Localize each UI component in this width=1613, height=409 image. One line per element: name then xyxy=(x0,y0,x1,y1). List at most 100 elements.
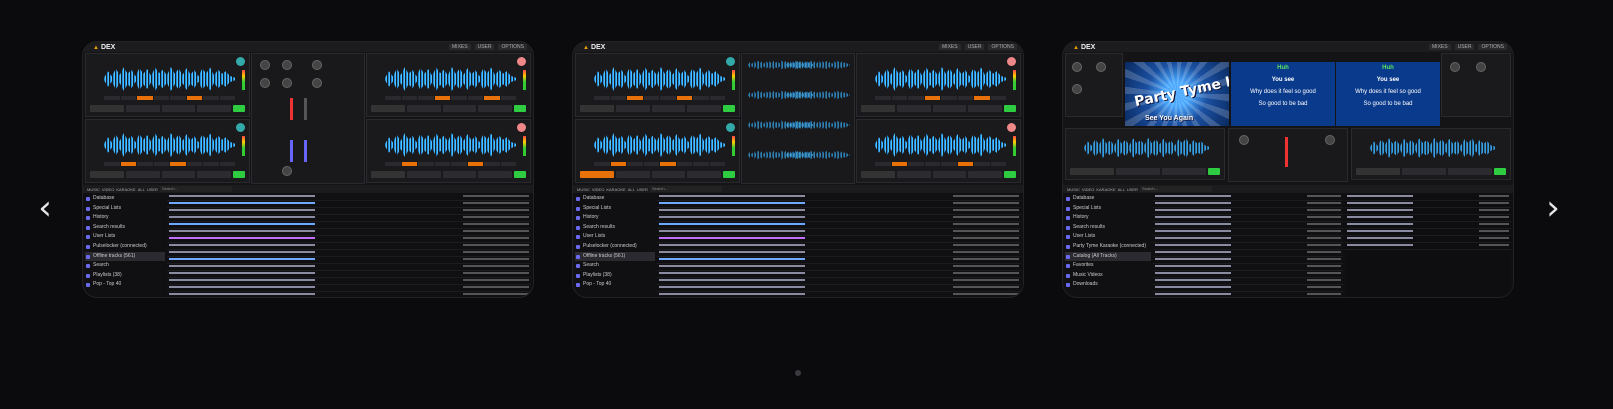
sampler-waveform[interactable] xyxy=(786,120,850,130)
transport-controls[interactable] xyxy=(1356,167,1506,175)
tree-item[interactable]: Catalog (All Tracks) xyxy=(1065,251,1151,262)
tree-item[interactable]: Database xyxy=(1065,194,1151,204)
tree-item[interactable]: User Lists xyxy=(575,232,655,242)
tree-item[interactable]: Special Lists xyxy=(575,204,655,214)
pitch-knob[interactable] xyxy=(1072,84,1082,94)
eq-knob[interactable] xyxy=(312,78,322,88)
deck-1[interactable] xyxy=(1065,128,1225,180)
tree-item[interactable]: Database xyxy=(575,194,655,204)
mixer-panel[interactable] xyxy=(1228,128,1348,182)
table-row[interactable] xyxy=(657,278,1021,285)
tree-item[interactable]: User Lists xyxy=(1065,232,1151,242)
table-row[interactable] xyxy=(1153,194,1343,201)
jog-icon[interactable] xyxy=(1007,57,1016,66)
gain-knob[interactable] xyxy=(312,60,322,70)
table-row[interactable] xyxy=(167,215,531,222)
play-button[interactable] xyxy=(514,104,526,112)
table-row[interactable] xyxy=(657,264,1021,271)
channel-fader[interactable] xyxy=(290,98,293,120)
tree-item[interactable]: Party Tyme Karaoke (connected) xyxy=(1065,242,1151,252)
eq-knob[interactable] xyxy=(1325,135,1335,145)
table-row[interactable] xyxy=(657,208,1021,215)
channel-fader[interactable] xyxy=(304,98,307,120)
filter-user[interactable]: USER xyxy=(147,187,158,192)
deck-2[interactable] xyxy=(366,53,531,117)
hotcue-bar[interactable] xyxy=(875,96,1006,100)
user-menu[interactable]: USER xyxy=(964,44,985,50)
screenshot-slide-3[interactable]: DEX MIXES USER OPTIONS Party Tyme Karaok… xyxy=(1063,42,1513,297)
mixer-panel[interactable] xyxy=(251,53,365,184)
list-item[interactable] xyxy=(1345,208,1511,215)
list-item[interactable] xyxy=(1345,201,1511,208)
table-row[interactable] xyxy=(1153,215,1343,222)
table-row[interactable] xyxy=(167,229,531,236)
tree-item[interactable]: Special Lists xyxy=(1065,204,1151,214)
mixes-menu[interactable]: MIXES xyxy=(1429,44,1451,50)
filter-music[interactable]: MUSIC xyxy=(577,187,590,192)
table-row[interactable] xyxy=(1153,250,1343,257)
tree-item[interactable]: Pop - Top 40 xyxy=(85,280,165,290)
table-row[interactable] xyxy=(657,243,1021,250)
jog-icon[interactable] xyxy=(726,123,735,132)
filter-karaoke[interactable]: KARAOKE xyxy=(1096,187,1115,192)
tree-item[interactable]: User Lists xyxy=(85,232,165,242)
transport-controls[interactable] xyxy=(580,104,735,112)
deck-2-controls[interactable] xyxy=(1441,53,1511,117)
play-button[interactable] xyxy=(1004,170,1016,178)
eq-knob[interactable] xyxy=(260,78,270,88)
tree-item[interactable]: Music Videos xyxy=(1065,271,1151,281)
filter-video[interactable]: VIDEO xyxy=(1082,187,1094,192)
tree-item[interactable]: Offline tracks (561) xyxy=(575,251,655,262)
options-menu[interactable]: OPTIONS xyxy=(1478,44,1507,50)
transport-controls[interactable] xyxy=(1070,167,1220,175)
tree-item[interactable]: Favorites xyxy=(1065,261,1151,271)
table-row[interactable] xyxy=(657,236,1021,243)
search-input[interactable]: Search... xyxy=(1139,186,1212,192)
screenshot-slide-2[interactable]: DEX MIXES USER OPTIONS xyxy=(573,42,1023,297)
jog-icon[interactable] xyxy=(517,123,526,132)
karaoke-video-preview[interactable]: Party Tyme Karaoke See You Again xyxy=(1125,62,1229,126)
table-row[interactable] xyxy=(1153,201,1343,208)
play-button[interactable] xyxy=(514,170,526,178)
crossfader-knob[interactable] xyxy=(282,166,292,176)
hotcue-bar[interactable] xyxy=(385,162,516,166)
table-row[interactable] xyxy=(657,222,1021,229)
tree-item[interactable]: Pop - Top 40 xyxy=(575,280,655,290)
eq-knob[interactable] xyxy=(1239,135,1249,145)
tree-item[interactable]: Search results xyxy=(85,223,165,233)
hotcue-bar[interactable] xyxy=(594,96,725,100)
play-button[interactable] xyxy=(233,104,245,112)
transport-controls[interactable] xyxy=(580,170,735,178)
play-button[interactable] xyxy=(723,104,735,112)
sampler-waveform[interactable] xyxy=(786,60,850,70)
waveform[interactable] xyxy=(594,133,725,157)
waveform[interactable] xyxy=(385,67,516,91)
tree-item[interactable]: Database xyxy=(85,194,165,204)
next-arrow-icon[interactable]: › xyxy=(1538,188,1568,228)
jog-icon[interactable] xyxy=(236,123,245,132)
transport-controls[interactable] xyxy=(90,104,245,112)
deck-2[interactable] xyxy=(1351,128,1511,180)
tree-item[interactable]: Search results xyxy=(575,223,655,233)
tree-item[interactable]: Search xyxy=(85,261,165,271)
hotcue-bar[interactable] xyxy=(594,162,725,166)
filter-user[interactable]: USER xyxy=(1127,187,1138,192)
options-menu[interactable]: OPTIONS xyxy=(988,44,1017,50)
list-item[interactable] xyxy=(1345,243,1511,250)
key-knob[interactable] xyxy=(1476,62,1486,72)
deck-2[interactable] xyxy=(856,53,1021,117)
table-row[interactable] xyxy=(657,292,1021,297)
table-row[interactable] xyxy=(657,285,1021,292)
table-row[interactable] xyxy=(167,278,531,285)
tree-item[interactable]: Pulselocker (connected) xyxy=(85,242,165,252)
table-row[interactable] xyxy=(167,264,531,271)
tree-item[interactable]: History xyxy=(575,213,655,223)
table-row[interactable] xyxy=(1153,285,1343,292)
filter-music[interactable]: MUSIC xyxy=(1067,187,1080,192)
table-row[interactable] xyxy=(657,194,1021,201)
play-button[interactable] xyxy=(1004,104,1016,112)
tree-item[interactable]: History xyxy=(1065,213,1151,223)
tree-item[interactable]: Downloads xyxy=(1065,280,1151,290)
table-row[interactable] xyxy=(1153,264,1343,271)
jog-icon[interactable] xyxy=(236,57,245,66)
